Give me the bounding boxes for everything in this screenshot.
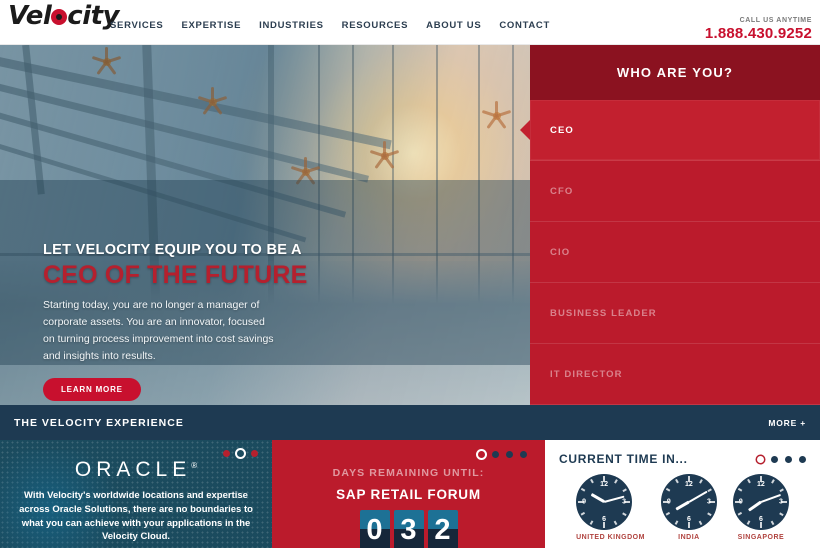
velocity-experience-title: THE VELOCITY EXPERIENCE xyxy=(14,416,184,429)
carousel-dot[interactable] xyxy=(223,450,230,457)
who-item-ceo[interactable]: CEO xyxy=(520,100,820,161)
who-item-label: CEO xyxy=(550,124,574,136)
call-us-label: CALL US ANYTIME xyxy=(739,17,812,24)
bottom-panels: ORACLE® With Velocity's worldwide locati… xyxy=(0,440,820,548)
oracle-panel-text: With Velocity's worldwide locations and … xyxy=(19,490,253,543)
countdown-carousel-dots xyxy=(478,451,527,458)
oracle-registered-icon: ® xyxy=(191,461,198,470)
world-clock-panel: CURRENT TIME IN... 12 3 6 9 UNITED KINGD… xyxy=(545,440,820,548)
nav-item-about-us[interactable]: ABOUT US xyxy=(426,20,481,31)
oracle-panel-carousel-dots xyxy=(223,450,258,457)
clock-numeral-9: 9 xyxy=(666,498,671,506)
velocity-experience-bar: THE VELOCITY EXPERIENCE MORE + xyxy=(0,405,820,440)
logo-circle-o-icon xyxy=(51,9,68,25)
who-are-you-header: WHO ARE YOU? xyxy=(530,45,820,109)
clock-face-icon: 12 3 6 9 xyxy=(660,474,717,530)
hero-kicker: LET VELOCITY EQUIP YOU TO BE A xyxy=(43,242,302,258)
who-item-label: IT DIRECTOR xyxy=(550,368,623,380)
countdown-event-name: SAP RETAIL FORUM xyxy=(336,487,481,502)
site-header: Vel city SERVICES EXPERTISE INDUSTRIES RE… xyxy=(0,0,820,45)
clock-label: UNITED KINGDOM xyxy=(576,534,645,541)
oracle-logo-text: ORACLE xyxy=(74,458,192,481)
carousel-dot[interactable] xyxy=(520,451,527,458)
who-are-you-list: CEO CFO CIO BUSINESS LEADER IT DIRECTOR xyxy=(520,100,820,405)
countdown-digit-value: 2 xyxy=(434,513,451,546)
clock-numeral-12: 12 xyxy=(600,481,608,488)
clock-numeral-12: 12 xyxy=(685,481,693,488)
countdown-digit-value: 0 xyxy=(366,513,383,546)
velocity-logo[interactable]: Vel city xyxy=(8,1,119,31)
nav-item-services[interactable]: SERVICES xyxy=(110,20,163,31)
who-item-cfo[interactable]: CFO xyxy=(530,161,820,222)
countdown-kicker: DAYS REMAINING UNTIL: xyxy=(332,467,485,479)
hero-section: LET VELOCITY EQUIP YOU TO BE A CEO OF TH… xyxy=(0,45,530,405)
carousel-dot-active[interactable] xyxy=(757,455,764,463)
clock-label: INDIA xyxy=(678,534,700,541)
countdown-digit: 2 xyxy=(427,510,458,548)
clock-minute-hand xyxy=(760,493,781,503)
world-clock-carousel-dots xyxy=(757,455,806,463)
countdown-digit: 3 xyxy=(393,510,424,548)
clock-hour-hand xyxy=(590,493,605,504)
who-item-label: CIO xyxy=(550,246,571,258)
who-item-label: CFO xyxy=(550,185,574,197)
nav-item-industries[interactable]: INDUSTRIES xyxy=(259,20,324,31)
carousel-dot[interactable] xyxy=(771,455,778,463)
clock-face-icon: 12 3 6 9 xyxy=(732,474,789,530)
countdown-digit: 0 xyxy=(359,510,390,548)
nav-item-expertise[interactable]: EXPERTISE xyxy=(181,20,241,31)
clock-singapore: 12 3 6 9 SINGAPORE xyxy=(732,474,789,541)
nav-item-resources[interactable]: RESOURCES xyxy=(342,20,408,31)
clock-india: 12 3 6 9 INDIA xyxy=(660,474,717,541)
clock-numeral-3: 3 xyxy=(622,498,627,506)
carousel-dot-active[interactable] xyxy=(478,451,485,458)
clock-numeral-3: 3 xyxy=(779,498,783,506)
oracle-panel: ORACLE® With Velocity's worldwide locati… xyxy=(0,440,272,548)
clock-numeral-6: 6 xyxy=(758,516,763,523)
main-nav: SERVICES EXPERTISE INDUSTRIES RESOURCES … xyxy=(110,20,550,31)
hero-content: LET VELOCITY EQUIP YOU TO BE A CEO OF TH… xyxy=(43,242,343,401)
oracle-logo: ORACLE® xyxy=(0,458,272,482)
hero-title: CEO OF THE FUTURE xyxy=(43,260,308,289)
clock-united-kingdom: 12 3 6 9 UNITED KINGDOM xyxy=(576,474,645,541)
world-clock-header: CURRENT TIME IN... xyxy=(545,440,820,466)
clock-numeral-9: 9 xyxy=(582,498,586,506)
countdown-panel: DAYS REMAINING UNTIL: SAP RETAIL FORUM 0… xyxy=(272,440,545,548)
clock-numeral-6: 6 xyxy=(686,516,691,523)
who-item-cio[interactable]: CIO xyxy=(530,222,820,283)
carousel-dot-active[interactable] xyxy=(237,450,244,457)
carousel-dot[interactable] xyxy=(492,451,499,458)
clock-numeral-9: 9 xyxy=(738,498,743,506)
who-item-business-leader[interactable]: BUSINESS LEADER xyxy=(530,283,820,344)
call-us-block: CALL US ANYTIME 1.888.430.9252 xyxy=(705,17,812,42)
clock-minute-hand xyxy=(688,490,708,503)
carousel-dot[interactable] xyxy=(799,455,806,463)
who-item-it-director[interactable]: IT DIRECTOR xyxy=(530,344,820,405)
world-clock-list: 12 3 6 9 UNITED KINGDOM 12 3 6 9 INDIA 1… xyxy=(545,474,820,541)
world-clock-title: CURRENT TIME IN... xyxy=(559,452,688,466)
clock-hour-hand xyxy=(675,500,690,511)
who-are-you-panel: WHO ARE YOU? CEO CFO CIO BUSINESS LEADER… xyxy=(520,45,820,405)
clock-numeral-6: 6 xyxy=(602,516,607,523)
logo-text-part1: Vel xyxy=(8,1,52,31)
clock-face-icon: 12 3 6 9 xyxy=(576,474,633,530)
countdown-digit-value: 3 xyxy=(400,513,417,546)
nav-item-contact[interactable]: CONTACT xyxy=(499,20,550,31)
who-item-label: BUSINESS LEADER xyxy=(550,307,657,319)
page-root: Vel city SERVICES EXPERTISE INDUSTRIES RE… xyxy=(0,0,820,548)
hero-body-text: Starting today, you are no longer a mana… xyxy=(43,298,274,362)
velocity-experience-more-button[interactable]: MORE + xyxy=(768,418,806,428)
countdown-digits: 0 3 2 xyxy=(272,510,545,548)
clock-label: SINGAPORE xyxy=(737,534,785,541)
carousel-dot[interactable] xyxy=(506,451,513,458)
clock-hour-hand xyxy=(747,500,762,512)
phone-number[interactable]: 1.888.430.9252 xyxy=(705,25,812,42)
clock-numeral-3: 3 xyxy=(707,498,711,506)
who-are-you-heading: WHO ARE YOU? xyxy=(616,65,734,80)
learn-more-button[interactable]: LEARN MORE xyxy=(43,377,141,401)
carousel-dot[interactable] xyxy=(251,450,258,457)
carousel-dot[interactable] xyxy=(785,455,792,463)
clock-numeral-12: 12 xyxy=(757,481,765,488)
